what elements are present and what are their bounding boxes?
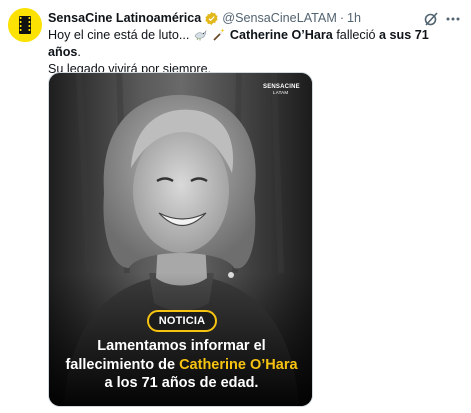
- tweet-header: SensaCine Latinoamérica @SensaCineLATAM …: [48, 9, 361, 27]
- verified-badge-icon: [205, 11, 218, 25]
- avatar[interactable]: [8, 8, 42, 42]
- noticia-badge: NOTICIA: [147, 310, 217, 332]
- image-caption: Lamentamos informar el fallecimiento de …: [65, 338, 298, 391]
- dove-emoji-icon: [194, 30, 207, 41]
- tweet-image[interactable]: SENSACINE LATAM NOTICIA Lamentamos infor…: [48, 72, 313, 407]
- timestamp[interactable]: 1h: [347, 11, 361, 25]
- tweet[interactable]: SensaCine Latinoamérica @SensaCineLATAM …: [0, 0, 471, 413]
- magic-wand-emoji-icon: [213, 28, 225, 41]
- mention-name: Catherine O’Hara: [229, 28, 333, 42]
- sensacine-logo: SENSACINE LATAM: [263, 84, 300, 95]
- grok-icon[interactable]: [423, 11, 439, 27]
- text-bold-a: a sus: [379, 28, 412, 42]
- tweet-text: Hoy el cine está de luto... Catherine O’…: [48, 28, 429, 76]
- display-name[interactable]: SensaCine Latinoamérica: [48, 11, 201, 25]
- more-options-icon[interactable]: [446, 16, 460, 22]
- separator-dot: ·: [339, 11, 345, 25]
- sensacine-avatar-icon: [8, 8, 42, 42]
- caption-highlight-name: Catherine O’Hara: [179, 356, 298, 373]
- handle[interactable]: @SensaCineLATAM: [222, 11, 337, 25]
